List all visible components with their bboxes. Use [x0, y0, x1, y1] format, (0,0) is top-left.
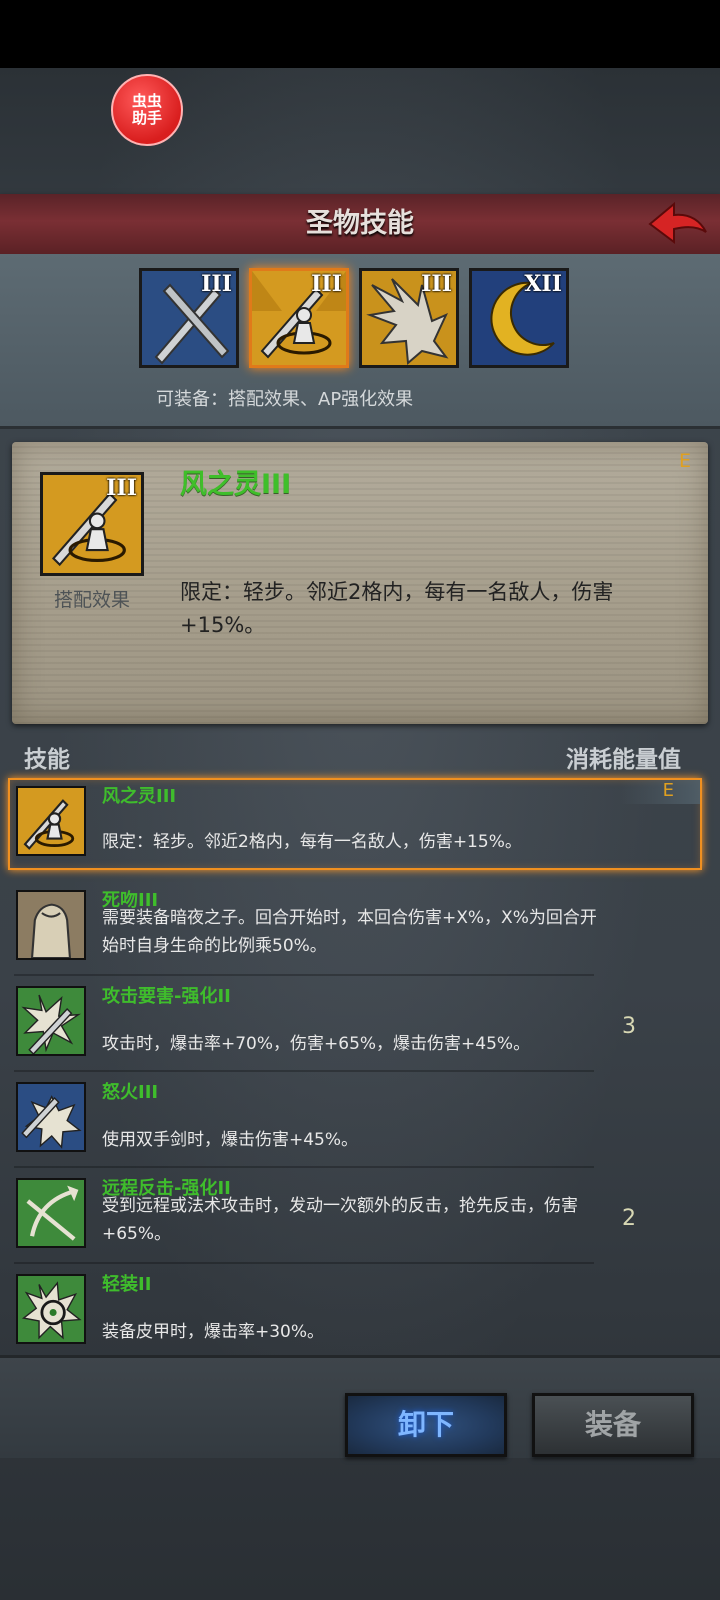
energy-cost: 3	[622, 1014, 636, 1039]
status-bar	[0, 0, 720, 68]
detail-description: 限定：轻步。邻近2格内，每有一名敌人，伤害+15%。	[180, 580, 614, 637]
ranged-counter-icon	[16, 1178, 86, 1248]
skill-name: 攻击要害-强化II	[102, 986, 231, 1007]
relic-slot-2[interactable]: III	[249, 268, 349, 368]
page-title: 圣物技能	[306, 208, 414, 239]
sword-spirit-icon	[16, 786, 86, 856]
detail-icon-label: 搭配效果	[53, 589, 130, 611]
relic-level: III	[421, 271, 452, 297]
badge-line-1: 虫虫	[131, 92, 162, 110]
death-kiss-icon	[16, 890, 86, 960]
skill-row-3[interactable]: 攻击要害-强化II 攻击时，爆击率+70%，伤害+65%，爆击伤害+45%。 3	[14, 980, 706, 1072]
skill-row-1[interactable]: E 风之灵III 限定：轻步。邻近2格内，每有一名敌人，伤害+15%。	[8, 778, 702, 870]
energy-cost: 2	[622, 1206, 636, 1231]
skill-description: 装备皮甲时，爆击率+30%。	[102, 1322, 325, 1342]
skill-description: 受到远程或法术攻击时，发动一次额外的反击，抢先反击，伤害+65%。	[102, 1196, 578, 1244]
skill-name: 轻装II	[102, 1274, 152, 1295]
equip-note: 可装备：搭配效果、AP强化效果	[156, 389, 414, 410]
badge-line-2: 助手	[131, 109, 162, 127]
row-divider	[14, 1166, 594, 1168]
equipped-tag: E	[620, 780, 700, 804]
critical-strike-icon	[16, 986, 86, 1056]
row-divider	[14, 1262, 594, 1264]
relic-level: III	[201, 271, 232, 297]
equip-button[interactable]: 装备	[532, 1393, 694, 1457]
skill-name: 风之灵III	[102, 786, 177, 807]
skill-column-header: 技能	[24, 747, 70, 773]
back-button[interactable]	[646, 198, 710, 250]
relic-slot-1[interactable]: III	[139, 268, 239, 368]
detail-icon-level: III	[106, 475, 137, 501]
relic-slot-4[interactable]: XII	[469, 268, 569, 368]
detail-skill-icon: III	[40, 472, 144, 576]
cost-column-header: 消耗能量值	[566, 747, 681, 773]
skill-row-2[interactable]: 死吻III 需要装备暗夜之子。回合开始时，本回合伤害+X%，X%为回合开始时自身…	[14, 884, 706, 976]
row-divider	[14, 1070, 594, 1072]
skill-row-5[interactable]: 远程反击-强化II 受到远程或法术攻击时，发动一次额外的反击，抢先反击，伤害+6…	[14, 1172, 706, 1264]
rage-icon	[16, 1082, 86, 1152]
relic-level: XII	[524, 271, 562, 297]
detail-title: 风之灵III	[180, 469, 292, 500]
unequip-button[interactable]: 卸下	[345, 1393, 507, 1457]
relic-slot-3[interactable]: III	[359, 268, 459, 368]
relic-level: III	[311, 271, 342, 297]
header-bar: 圣物技能	[0, 194, 720, 254]
overlay-assistant-badge[interactable]: 虫虫 助手	[111, 74, 183, 146]
skill-row-6[interactable]: 轻装II 装备皮甲时，爆击率+30%。	[14, 1268, 706, 1360]
skill-description: 使用双手剑时，爆击伤害+45%。	[102, 1130, 359, 1150]
equipped-tag: E	[679, 450, 692, 472]
back-arrow-icon	[648, 201, 707, 244]
skill-description: 攻击时，爆击率+70%，伤害+65%，爆击伤害+45%。	[102, 1034, 531, 1054]
skill-description: 需要装备暗夜之子。回合开始时，本回合伤害+X%，X%为回合开始时自身生命的比例乘…	[102, 908, 597, 956]
skill-name: 怒火III	[102, 1082, 159, 1103]
skill-description: 限定：轻步。邻近2格内，每有一名敌人，伤害+15%。	[102, 832, 522, 852]
light-armor-icon	[16, 1274, 86, 1344]
row-divider	[14, 974, 594, 976]
skill-row-4[interactable]: 怒火III 使用双手剑时，爆击伤害+45%。	[14, 1076, 706, 1168]
